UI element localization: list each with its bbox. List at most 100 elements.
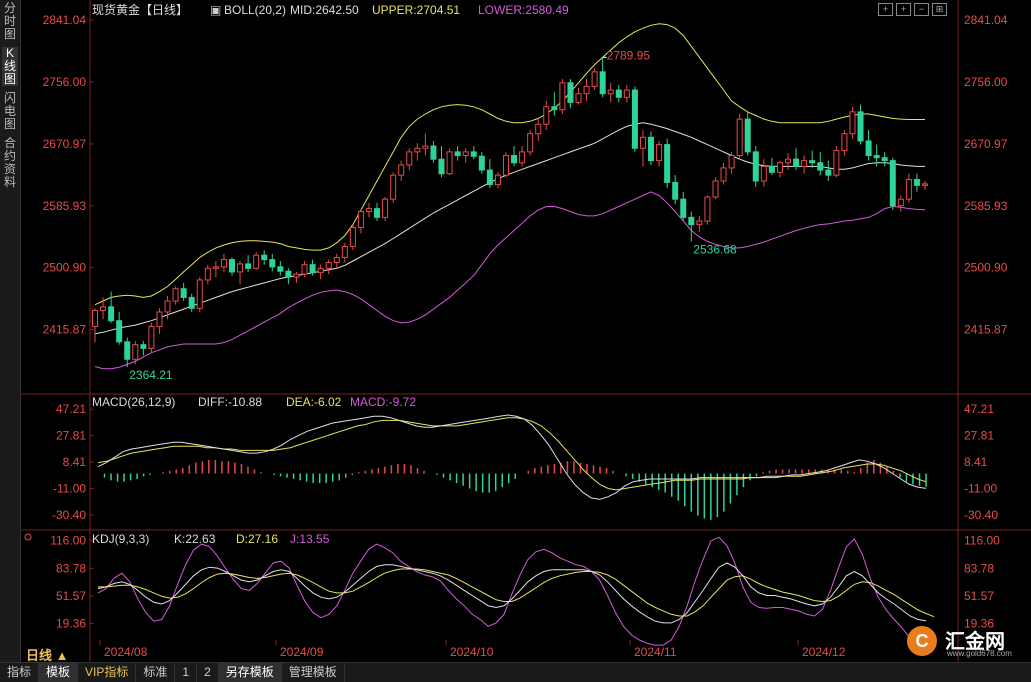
- candle-body: [704, 196, 711, 222]
- candle-body: [422, 145, 429, 149]
- candle-body: [180, 288, 187, 298]
- main-ytick-right: 2670.97: [964, 137, 1008, 151]
- main-ytick-right: 2585.93: [964, 199, 1008, 213]
- candle-body: [478, 155, 485, 171]
- macd-ytick-right: -11.00: [964, 482, 997, 496]
- main-ytick-left: 2756.00: [43, 75, 87, 89]
- candle-body: [680, 198, 687, 218]
- candle-body: [382, 198, 389, 218]
- candle-body: [502, 155, 509, 176]
- candle-body: [873, 155, 880, 159]
- tab-flash[interactable]: 闪电图: [2, 92, 18, 131]
- macd-ytick-right: -30.40: [964, 508, 998, 522]
- candle-body: [390, 174, 397, 200]
- macd-dea-line: [97, 417, 927, 491]
- candle-body: [922, 183, 928, 186]
- macd-ytick-right: 47.21: [964, 402, 994, 416]
- tab-contract-info[interactable]: 合约资料: [2, 137, 18, 189]
- btn-save-template[interactable]: 另存模板: [218, 663, 282, 682]
- main-ytick-left: 2585.93: [43, 199, 87, 213]
- candle-body: [172, 288, 179, 302]
- candle-body: [285, 270, 292, 278]
- candle-body: [92, 310, 98, 328]
- candle-body: [768, 165, 775, 173]
- btn-vip-indicator[interactable]: VIP指标: [78, 663, 137, 682]
- candle-body: [575, 93, 582, 103]
- candle-body: [333, 256, 340, 263]
- macd-ytick-left: -11.00: [53, 482, 86, 496]
- candle-body: [349, 227, 356, 247]
- candle-body: [728, 155, 735, 169]
- candle-body: [841, 133, 848, 151]
- btn-indicator[interactable]: 指标: [0, 663, 40, 682]
- candle-body: [817, 162, 824, 171]
- macd-diff-value: DIFF:-10.88: [198, 395, 262, 409]
- logo-mark: C: [907, 626, 937, 656]
- main-ytick-right: 2415.87: [964, 323, 1008, 337]
- candle-body: [583, 85, 590, 95]
- main-ytick-left: 2415.87: [43, 323, 87, 337]
- bottom-toolbar: 指标 模板 VIP指标 标准 1 2 另存模板 管理模板: [0, 662, 1031, 682]
- candle-body: [591, 71, 598, 87]
- fit-icon[interactable]: ⊞: [932, 3, 947, 16]
- macd-diff-line: [97, 414, 927, 500]
- main-indicator-label: BOLL(20,2): [224, 3, 286, 17]
- zoom-in-icon[interactable]: +: [896, 3, 911, 16]
- candle-body: [374, 208, 381, 218]
- candle-body: [309, 264, 316, 274]
- main-mid-value: MID:2642.50: [290, 3, 359, 17]
- macd-ytick-right: 27.81: [964, 429, 994, 443]
- candle-body: [325, 261, 332, 269]
- candle-body: [204, 267, 211, 281]
- main-ytick-left: 2500.90: [43, 261, 87, 275]
- candle-body: [164, 300, 171, 313]
- candle-body: [825, 169, 832, 176]
- btn-layout-1[interactable]: 1: [175, 663, 198, 682]
- candle-body: [470, 151, 477, 157]
- kdj-k-value: K:22.63: [174, 532, 216, 546]
- kdj-ytick-left: 51.57: [56, 589, 86, 603]
- candle-body: [430, 145, 437, 160]
- kdj-settings-icon: [24, 533, 32, 541]
- zoom-out-icon[interactable]: −: [914, 3, 929, 16]
- main-ytick-right: 2841.04: [964, 13, 1008, 27]
- crosshair-icon[interactable]: +: [878, 3, 893, 16]
- candle-body: [801, 160, 808, 167]
- btn-template[interactable]: 模板: [39, 663, 79, 682]
- btn-layout-2[interactable]: 2: [197, 663, 219, 682]
- candle-body: [623, 89, 630, 98]
- left-sidebar: 分时图 K线图 闪电图 合约资料: [0, 0, 21, 662]
- macd-macd-value: MACD:-9.72: [350, 395, 416, 409]
- main-lower-value: LOWER:2580.49: [478, 3, 569, 17]
- candle-body: [639, 136, 646, 149]
- candle-body: [108, 306, 115, 322]
- candle-body: [446, 151, 453, 175]
- candle-body: [148, 326, 155, 349]
- candle-body: [156, 311, 163, 328]
- candle-body: [140, 344, 147, 349]
- candle-body: [897, 198, 904, 207]
- candle-body: [889, 160, 896, 207]
- candle-body: [293, 273, 300, 278]
- candle-body: [672, 181, 679, 200]
- btn-manage-template[interactable]: 管理模板: [282, 663, 345, 682]
- tab-kline[interactable]: K线图: [2, 47, 18, 86]
- candle-body: [511, 155, 518, 164]
- candle-body: [277, 266, 284, 272]
- x-axis-label: 2024/09: [280, 645, 324, 659]
- chart-canvas: 2841.04 2841.04 2756.00 2756.00 2670.97 2670.…: [20, 0, 1031, 662]
- candle-body: [124, 341, 131, 360]
- boll-upper-line: [94, 23, 925, 306]
- candle-body: [398, 164, 405, 176]
- candle-body: [253, 254, 260, 269]
- macd-ytick-left: 27.81: [56, 429, 86, 443]
- macd-label: MACD(26,12,9): [92, 395, 175, 409]
- btn-standard[interactable]: 标准: [136, 663, 176, 682]
- tab-timeshare[interactable]: 分时图: [2, 2, 18, 41]
- chart-toolbar: + + − ⊞: [878, 3, 947, 16]
- boll-lower-line: [94, 191, 926, 370]
- kdj-ytick-right: 83.78: [964, 561, 994, 575]
- candle-body: [865, 140, 872, 157]
- x-axis-label: 2024/08: [104, 645, 148, 659]
- candle-body: [785, 158, 792, 164]
